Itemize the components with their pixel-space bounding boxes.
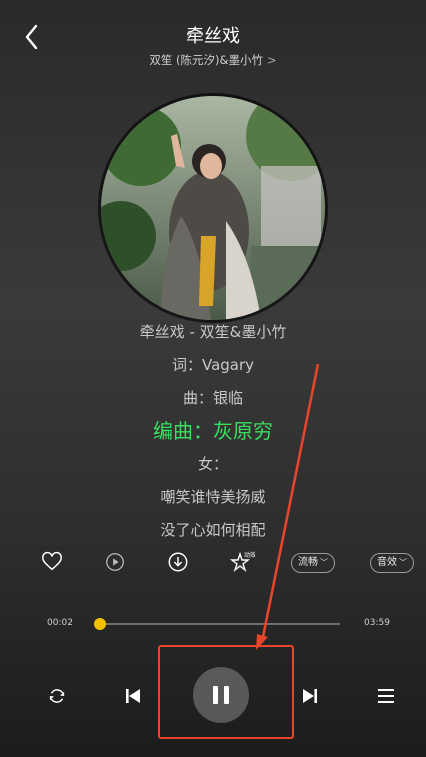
annotation-arrow — [256, 363, 320, 650]
annotation-highlight-box — [158, 645, 294, 739]
